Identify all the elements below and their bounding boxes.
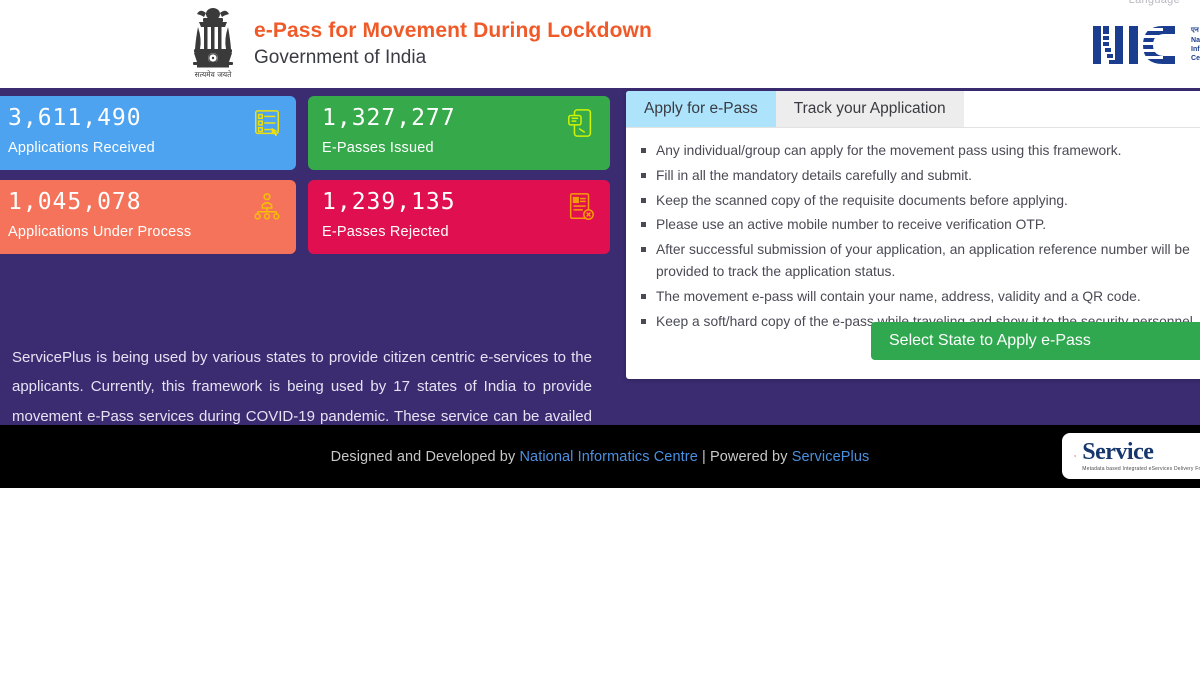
- stats-cards: 3,611,490 Applications Received 1,327,27…: [0, 96, 614, 264]
- site-footer: Designed and Developed by National Infor…: [0, 425, 1200, 488]
- list-item: Keep the scanned copy of the requisite d…: [641, 190, 1200, 212]
- nic-line-1: एन: [1191, 27, 1199, 35]
- list-item: Fill in all the mandatory details carefu…: [641, 165, 1200, 187]
- stats-row-1: 3,611,490 Applications Received 1,327,27…: [0, 96, 614, 170]
- national-emblem-icon: सत्यमेव जयते: [193, 8, 233, 79]
- list-item: The movement e-pass will contain your na…: [641, 286, 1200, 308]
- page-whitespace: [0, 488, 1200, 675]
- stats-row-2: 1,045,078 Applications Under Process 1,2…: [0, 180, 614, 254]
- stat-card-epasses-issued: 1,327,277 E-Passes Issued: [308, 96, 610, 170]
- nic-link[interactable]: National Informatics Centre: [519, 449, 697, 465]
- language-selector[interactable]: Language: [1129, 0, 1180, 6]
- stat-label: Applications Under Process: [8, 224, 192, 241]
- page-title: e-Pass for Movement During Lockdown: [254, 19, 652, 43]
- stat-value: 3,611,490: [8, 105, 142, 131]
- description-text: ServicePlus is being used by various sta…: [12, 349, 592, 425]
- page-root: Language सत्यमेव जयते e-Pass for Movemen…: [0, 0, 1200, 675]
- stat-card-epasses-rejected: 1,239,135 E-Passes Rejected: [308, 180, 610, 254]
- serviceplus-wordmark: Service: [1082, 439, 1154, 465]
- footer-prefix: Designed and Developed by: [330, 448, 520, 465]
- footer-credits: Designed and Developed by National Infor…: [331, 449, 870, 465]
- brand-text: e-Pass for Movement During Lockdown Gove…: [254, 17, 652, 71]
- document-rejected-icon: [569, 193, 594, 220]
- people-process-icon: [254, 193, 280, 220]
- nic-line-2: Na: [1191, 36, 1200, 44]
- nic-line-4: Ce: [1191, 55, 1200, 63]
- tabs-filler: [963, 91, 1200, 127]
- nic-line-3: Inf: [1191, 46, 1200, 53]
- stat-value: 1,327,277: [322, 105, 456, 131]
- serviceplus-link[interactable]: ServicePlus: [792, 449, 870, 465]
- serviceplus-tagline: Metadata based Integrated eServices Deli…: [1082, 466, 1200, 472]
- serviceplus-logo: Service Metadata based Integrated eServi…: [1062, 433, 1200, 479]
- brand-block: सत्यमेव जयते e-Pass for Movement During …: [186, 5, 652, 83]
- stat-card-applications-under-process: 1,045,078 Applications Under Process: [0, 180, 296, 254]
- list-item: After successful submission of your appl…: [641, 239, 1200, 283]
- application-list-icon: [255, 110, 279, 137]
- main-body: 3,611,490 Applications Received 1,327,27…: [0, 88, 1200, 425]
- mobile-pass-icon: [568, 109, 592, 137]
- panel-tabs: Apply for e-Pass Track your Application: [626, 91, 1200, 128]
- page-subtitle: Government of India: [254, 47, 427, 69]
- nic-acronym-icon: [1093, 26, 1176, 64]
- list-item: Please use an active mobile number to re…: [641, 214, 1200, 236]
- list-item: Any individual/group can apply for the m…: [641, 140, 1200, 162]
- nic-hindi-text: एन Na Inf Ce: [1191, 26, 1200, 64]
- select-state-dropdown[interactable]: Select State to Apply e-Pass: [871, 322, 1200, 360]
- footer-middle: | Powered by: [697, 448, 792, 465]
- instructions-list: Any individual/group can apply for the m…: [626, 128, 1200, 332]
- serviceplus-mark-icon: [1074, 455, 1076, 458]
- stat-label: E-Passes Issued: [322, 140, 434, 157]
- stat-card-applications-received: 3,611,490 Applications Received: [0, 96, 296, 170]
- tab-track-your-application[interactable]: Track your Application: [775, 91, 964, 127]
- apply-panel: Apply for e-Pass Track your Application …: [626, 91, 1200, 379]
- nic-logo: एन Na Inf Ce: [1091, 22, 1200, 68]
- stat-value: 1,045,078: [8, 189, 142, 215]
- stat-label: Applications Received: [8, 140, 155, 157]
- tab-apply-for-epass[interactable]: Apply for e-Pass: [626, 91, 776, 127]
- svg-text:सत्यमेव जयते: सत्यमेव जयते: [195, 70, 233, 79]
- stat-label: E-Passes Rejected: [322, 224, 449, 241]
- site-header: Language सत्यमेव जयते e-Pass for Movemen…: [0, 0, 1200, 88]
- stat-value: 1,239,135: [322, 189, 456, 215]
- select-state-label: Select State to Apply e-Pass: [889, 332, 1091, 349]
